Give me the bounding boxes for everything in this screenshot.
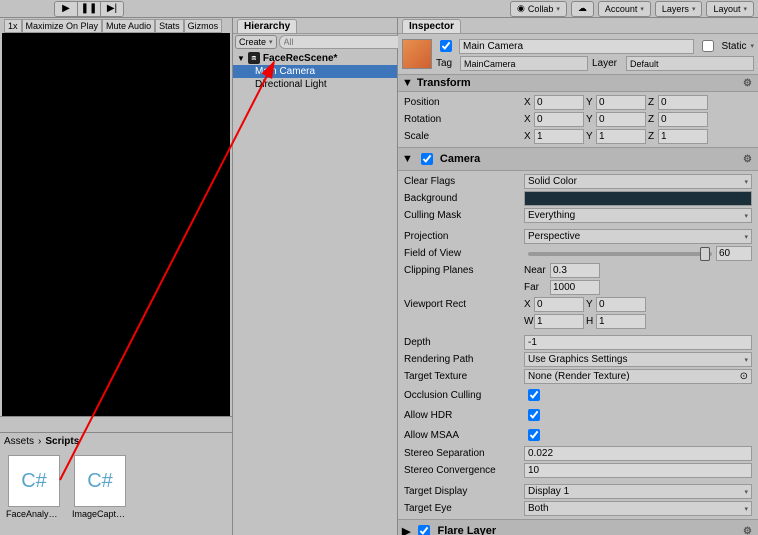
account-button[interactable]: Account ▾	[598, 1, 651, 17]
background-color[interactable]	[524, 191, 752, 206]
scale-x[interactable]	[534, 129, 584, 144]
game-toolbar: 1x Maximize On Play Mute Audio Stats Giz…	[0, 18, 232, 33]
active-checkbox[interactable]	[440, 40, 452, 52]
hierarchy-item-camera[interactable]: Main Camera	[233, 65, 397, 78]
scene-row[interactable]: ▼ ⧈ FaceRecScene*	[233, 51, 397, 65]
script-file[interactable]: C# ImageCaptu...	[72, 455, 128, 519]
playback-controls: ▶ ❚❚ ▶|	[54, 1, 124, 17]
hierarchy-item-light[interactable]: Directional Light	[233, 78, 397, 91]
texture-field[interactable]: None (Render Texture)⊙	[524, 369, 752, 384]
game-panel: 1x Maximize On Play Mute Audio Stats Giz…	[0, 18, 233, 535]
rot-z[interactable]	[658, 112, 708, 127]
vp-w[interactable]	[534, 314, 584, 329]
hierarchy-tab[interactable]: Hierarchy	[237, 19, 297, 33]
script-file[interactable]: C# FaceAnalysi...	[6, 455, 62, 519]
scale-y[interactable]	[596, 129, 646, 144]
project-panel: Assets › Scripts C# FaceAnalysi... C# Im…	[0, 432, 232, 535]
gizmos-toggle[interactable]: Gizmos	[184, 19, 223, 33]
layers-button[interactable]: Layers ▾	[655, 1, 703, 17]
pos-x[interactable]	[534, 95, 584, 110]
depth-input[interactable]	[524, 335, 752, 350]
create-dropdown[interactable]: Create ▾	[235, 35, 277, 49]
tag-dropdown[interactable]: MainCamera	[460, 56, 588, 71]
gear-icon[interactable]: ⚙	[743, 526, 752, 535]
mute-toggle[interactable]: Mute Audio	[102, 19, 155, 33]
play-button[interactable]: ▶	[55, 2, 78, 16]
msaa-checkbox[interactable]	[528, 429, 540, 441]
rot-y[interactable]	[596, 112, 646, 127]
cloud-button[interactable]: ☁	[571, 1, 594, 17]
camera-enabled[interactable]	[421, 153, 433, 165]
csharp-icon: C#	[74, 455, 126, 507]
vp-h[interactable]	[596, 314, 646, 329]
flare-enabled[interactable]	[418, 525, 430, 535]
gear-icon[interactable]: ⚙	[743, 154, 752, 165]
breadcrumb[interactable]: Assets › Scripts	[0, 433, 232, 449]
layout-button[interactable]: Layout ▾	[706, 1, 754, 17]
scripts-crumb[interactable]: Scripts	[45, 436, 79, 447]
stereo-sep-input[interactable]	[524, 446, 752, 461]
stereo-conv-input[interactable]	[524, 463, 752, 478]
fov-slider[interactable]	[528, 252, 712, 256]
collab-button[interactable]: ◉ Collab ▾	[510, 1, 567, 17]
vp-y[interactable]	[596, 297, 646, 312]
rendering-dropdown[interactable]: Use Graphics Settings▾	[524, 352, 752, 367]
stats-toggle[interactable]: Stats	[155, 19, 184, 33]
rot-x[interactable]	[534, 112, 584, 127]
hierarchy-search[interactable]	[279, 35, 406, 49]
occlusion-checkbox[interactable]	[528, 389, 540, 401]
inspector-panel: Inspector Static ▾ Tag MainCamera Laye	[398, 18, 758, 535]
inspector-tab[interactable]: Inspector	[402, 19, 461, 33]
near-input[interactable]	[550, 263, 600, 278]
game-view[interactable]	[2, 33, 230, 416]
vp-x[interactable]	[534, 297, 584, 312]
transform-header[interactable]: ▼Transform ⚙	[398, 74, 758, 92]
culling-dropdown[interactable]: Everything▾	[524, 208, 752, 223]
clear-flags-dropdown[interactable]: Solid Color▾	[524, 174, 752, 189]
fov-input[interactable]	[716, 246, 752, 261]
project-toolbar	[0, 416, 232, 432]
hdr-checkbox[interactable]	[528, 409, 540, 421]
unity-icon: ⧈	[248, 52, 260, 64]
scale-z[interactable]	[658, 129, 708, 144]
step-button[interactable]: ▶|	[101, 2, 123, 16]
projection-dropdown[interactable]: Perspective▾	[524, 229, 752, 244]
gear-icon[interactable]: ⚙	[743, 78, 752, 89]
gameobject-icon	[402, 39, 432, 69]
hierarchy-panel: Hierarchy Create ▾ ▼ ⧈ FaceRecScene* Mai…	[233, 18, 398, 535]
csharp-icon: C#	[8, 455, 60, 507]
top-bar: ▶ ❚❚ ▶| ◉ Collab ▾ ☁ Account ▾ Layers ▾ …	[0, 0, 758, 18]
pos-z[interactable]	[658, 95, 708, 110]
pos-y[interactable]	[596, 95, 646, 110]
pause-button[interactable]: ❚❚	[78, 2, 101, 16]
static-checkbox[interactable]	[702, 40, 714, 52]
far-input[interactable]	[550, 280, 600, 295]
layer-dropdown[interactable]: Default	[626, 56, 754, 71]
maximize-toggle[interactable]: Maximize On Play	[22, 19, 103, 33]
assets-crumb[interactable]: Assets	[4, 436, 34, 447]
zoom-field[interactable]: 1x	[4, 19, 22, 33]
camera-header[interactable]: ▼Camera ⚙	[398, 147, 758, 171]
display-dropdown[interactable]: Display 1▾	[524, 484, 752, 499]
gameobject-name-input[interactable]	[459, 39, 694, 54]
eye-dropdown[interactable]: Both▾	[524, 501, 752, 516]
flare-header[interactable]: ▶Flare Layer ⚙	[398, 519, 758, 535]
